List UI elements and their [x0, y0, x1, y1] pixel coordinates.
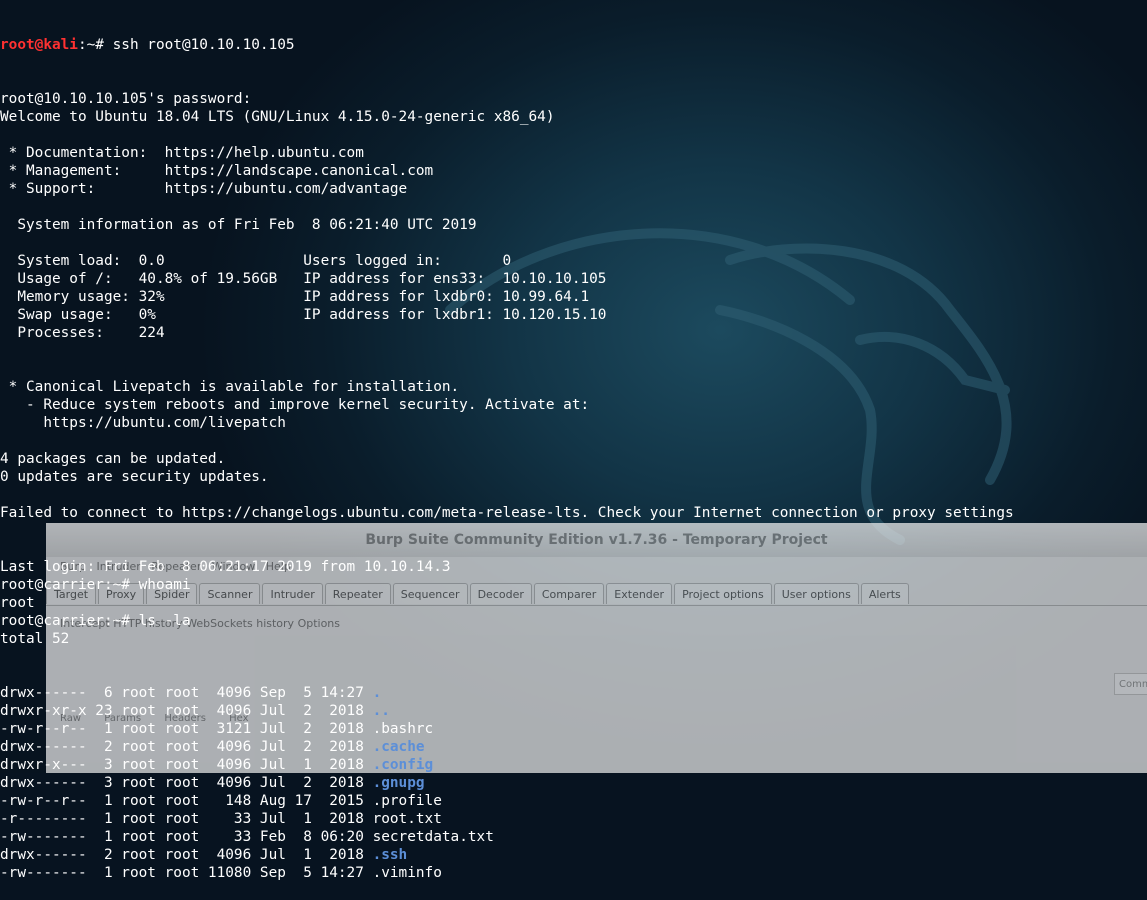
prompt-user: root@kali: [0, 37, 78, 53]
file-name: .viminfo: [372, 865, 442, 881]
directory-name: .gnupg: [372, 775, 425, 791]
terminal-line: root: [0, 595, 35, 611]
listing-row: drwxr-x--- 3 root root 4096 Jul 1 2018 .…: [0, 756, 1147, 774]
terminal-line: total 52: [0, 631, 70, 647]
file-name: .bashrc: [372, 721, 434, 737]
listing-meta: -rw-r--r-- 1 root root 3121 Jul 2 2018: [0, 721, 373, 737]
prompt-path: :~#: [77, 37, 113, 53]
directory-name: .config: [372, 757, 434, 773]
terminal-line: root@10.10.10.105's password:: [0, 91, 260, 107]
terminal-line: root@carrier:~# ls -la: [0, 613, 191, 629]
file-name: secretdata.txt: [372, 829, 494, 845]
terminal-line: System information as of Fri Feb 8 06:21…: [0, 217, 477, 233]
terminal-line: Failed to connect to https://changelogs.…: [0, 505, 1014, 521]
terminal-line: root@carrier:~# whoami: [0, 577, 191, 593]
listing-row: -rw------- 1 root root 33 Feb 8 06:20 se…: [0, 828, 1147, 846]
terminal-line: Last login: Fri Feb 8 06:21:17 2019 from…: [0, 559, 451, 575]
command-text: ssh root@10.10.10.105: [112, 37, 295, 53]
terminal-line: Usage of /: 40.8% of 19.56GB IP address …: [0, 271, 607, 287]
listing-row: drwx------ 3 root root 4096 Jul 2 2018 .…: [0, 774, 1147, 792]
terminal-line: root@kali:~# ssh root@10.10.10.105: [0, 36, 1147, 54]
terminal-line: * Documentation: https://help.ubuntu.com: [0, 145, 364, 161]
listing-row: -rw-r--r-- 1 root root 148 Aug 17 2015 .…: [0, 792, 1147, 810]
listing-meta: drwx------ 2 root root 4096 Jul 1 2018: [0, 847, 373, 863]
directory-listing: drwx------ 6 root root 4096 Sep 5 14:27 …: [0, 684, 1147, 882]
terminal-line: * Management: https://landscape.canonica…: [0, 163, 434, 179]
listing-row: drwxr-xr-x 23 root root 4096 Jul 2 2018 …: [0, 702, 1147, 720]
terminal-line: Welcome to Ubuntu 18.04 LTS (GNU/Linux 4…: [0, 109, 555, 125]
directory-name: .cache: [372, 739, 425, 755]
listing-meta: drwxr-x--- 3 root root 4096 Jul 1 2018: [0, 757, 373, 773]
terminal-line: https://ubuntu.com/livepatch: [0, 415, 286, 431]
listing-meta: -r-------- 1 root root 33 Jul 1 2018: [0, 811, 373, 827]
listing-row: drwx------ 2 root root 4096 Jul 2 2018 .…: [0, 738, 1147, 756]
listing-meta: -rw------- 1 root root 33 Feb 8 06:20: [0, 829, 373, 845]
file-name: .profile: [372, 793, 442, 809]
terminal-output[interactable]: root@kali:~# ssh root@10.10.10.105 root@…: [0, 0, 1147, 881]
directory-name: .: [372, 685, 382, 701]
file-name: root.txt: [372, 811, 442, 827]
listing-row: -rw------- 1 root root 11080 Sep 5 14:27…: [0, 864, 1147, 882]
listing-row: drwx------ 6 root root 4096 Sep 5 14:27 …: [0, 684, 1147, 702]
directory-name: ..: [372, 703, 390, 719]
terminal-line: - Reduce system reboots and improve kern…: [0, 397, 590, 413]
terminal-line: 0 updates are security updates.: [0, 469, 269, 485]
terminal-line: Swap usage: 0% IP address for lxdbr1: 10…: [0, 307, 607, 323]
terminal-line: 4 packages can be updated.: [0, 451, 226, 467]
terminal-line: Memory usage: 32% IP address for lxdbr0:…: [0, 289, 590, 305]
terminal-line: * Canonical Livepatch is available for i…: [0, 379, 460, 395]
terminal-line: Processes: 224: [0, 325, 165, 341]
terminal-lines: root@10.10.10.105's password: Welcome to…: [0, 90, 1147, 648]
listing-meta: -rw-r--r-- 1 root root 148 Aug 17 2015: [0, 793, 373, 809]
listing-row: drwx------ 2 root root 4096 Jul 1 2018 .…: [0, 846, 1147, 864]
listing-meta: -rw------- 1 root root 11080 Sep 5 14:27: [0, 865, 373, 881]
terminal-line: System load: 0.0 Users logged in: 0: [0, 253, 512, 269]
listing-row: -r-------- 1 root root 33 Jul 1 2018 roo…: [0, 810, 1147, 828]
listing-meta: drwx------ 6 root root 4096 Sep 5 14:27: [0, 685, 373, 701]
directory-name: .ssh: [372, 847, 408, 863]
terminal-line: * Support: https://ubuntu.com/advantage: [0, 181, 408, 197]
listing-meta: drwxr-xr-x 23 root root 4096 Jul 2 2018: [0, 703, 373, 719]
listing-row: -rw-r--r-- 1 root root 3121 Jul 2 2018 .…: [0, 720, 1147, 738]
listing-meta: drwx------ 3 root root 4096 Jul 2 2018: [0, 775, 373, 791]
listing-meta: drwx------ 2 root root 4096 Jul 2 2018: [0, 739, 373, 755]
